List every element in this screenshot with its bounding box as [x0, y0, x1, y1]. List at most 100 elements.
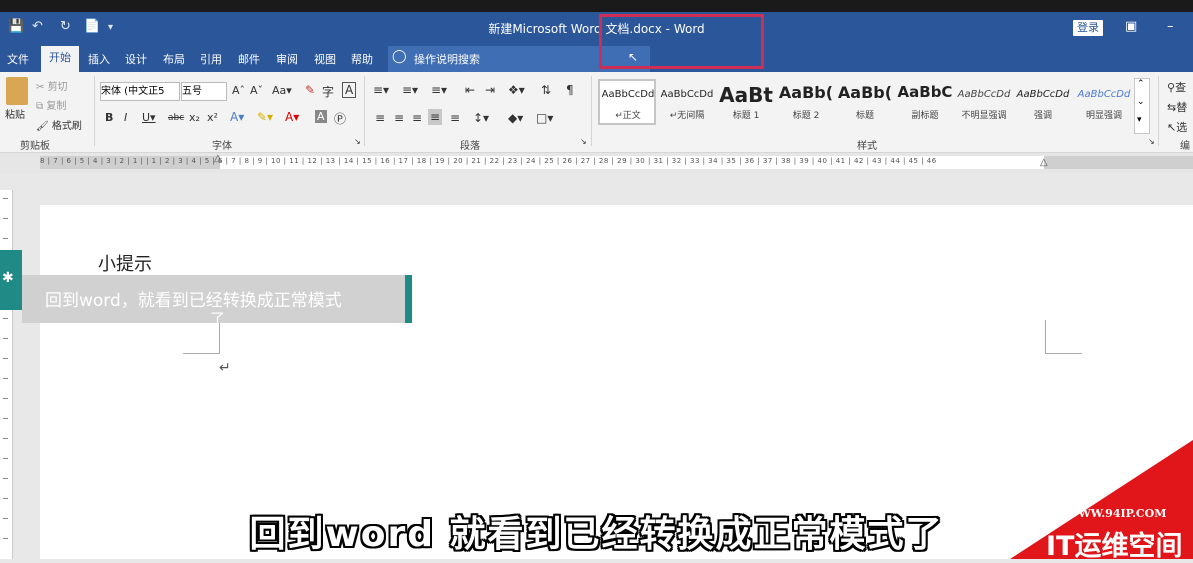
subscript-icon[interactable]: x₂	[189, 111, 200, 124]
vertical-ruler[interactable]	[0, 190, 13, 559]
format-painter-button[interactable]: 🖌 格式刷	[36, 117, 82, 132]
italic-icon[interactable]: I	[124, 111, 127, 124]
enclose-char-icon[interactable]: Ⓟ	[334, 110, 346, 127]
shading-icon[interactable]: ◆▾	[508, 111, 523, 125]
tab-insert[interactable]: 插入	[88, 51, 110, 67]
styles-scroll[interactable]: ⌃ ⌄ ▾	[1134, 78, 1150, 134]
separator	[364, 76, 365, 146]
format-painter-label: 格式刷	[51, 121, 82, 132]
line-spacing-icon[interactable]: ↕▾	[473, 111, 489, 125]
vruler-tick	[3, 478, 8, 479]
font-launcher-icon[interactable]: ↘	[354, 137, 361, 146]
style-item[interactable]: AaBb(标题	[835, 81, 895, 127]
style-sample: AaBbCcDd	[660, 89, 714, 100]
style-sample: AaBb(	[778, 83, 834, 102]
style-name: ↵无间隔	[669, 111, 705, 121]
overlay-text-line1: 回到word，就看到已经转换成正常模式	[45, 291, 342, 311]
tab-design[interactable]: 设计	[125, 51, 147, 67]
grow-font-icon[interactable]: Aˆ	[232, 84, 245, 97]
style-item[interactable]: AaBbCcDd 强调	[1013, 81, 1073, 127]
distributed-icon[interactable]: ≡	[450, 111, 460, 125]
style-name: 标题	[855, 111, 874, 121]
ruler-right-margin	[1044, 156, 1193, 169]
align-left-icon[interactable]: ≡	[375, 111, 385, 125]
tab-help[interactable]: 帮助	[351, 51, 373, 67]
borders-icon[interactable]: □▾	[536, 111, 553, 125]
editing-group-label: 编	[1180, 141, 1190, 152]
sort-icon[interactable]: ⇅	[541, 83, 551, 97]
show-marks-icon[interactable]: ¶	[566, 83, 574, 97]
replace-label: 替	[1176, 101, 1188, 114]
tab-references[interactable]: 引用	[200, 51, 222, 67]
multilevel-list-icon[interactable]: ≡▾	[431, 83, 447, 97]
highlight-icon[interactable]: ✎▾	[257, 110, 273, 124]
title-highlight-box	[599, 14, 764, 69]
justify-icon[interactable]: ≡	[428, 109, 443, 125]
tab-file[interactable]: 文件	[7, 51, 29, 67]
superscript-icon[interactable]: x²	[207, 111, 218, 124]
decrease-indent-icon[interactable]: ⇤	[465, 83, 475, 97]
minimize-icon[interactable]: –	[1167, 19, 1174, 34]
replace-button[interactable]: ⇆替	[1167, 99, 1187, 115]
char-shading-icon[interactable]: A	[315, 110, 327, 123]
vruler-tick	[3, 458, 8, 459]
vruler-tick	[3, 338, 8, 339]
tab-layout[interactable]: 布局	[163, 51, 185, 67]
bullets-icon[interactable]: ≡▾	[373, 83, 389, 97]
text-effects-icon[interactable]: A▾	[230, 110, 244, 124]
tab-review[interactable]: 审阅	[276, 51, 298, 67]
paragraph-launcher-icon[interactable]: ↘	[580, 137, 587, 146]
more-styles-icon[interactable]: ▾	[1137, 115, 1142, 125]
paste-label[interactable]: 粘贴	[5, 106, 25, 121]
horizontal-ruler[interactable]: 8 | 7 | 6 | 5 | 4 | 3 | 2 | 1 | | 1 | 2 …	[0, 153, 1193, 173]
clear-format-icon[interactable]: ✎	[305, 83, 315, 97]
select-button[interactable]: ↖选	[1167, 119, 1187, 135]
chevron-up-icon[interactable]: ⌃	[1137, 79, 1145, 89]
font-color-icon[interactable]: A▾	[285, 110, 299, 124]
style-item[interactable]: AaBt 标题 1	[716, 81, 776, 127]
ribbon-display-icon[interactable]: ▣	[1125, 19, 1137, 34]
align-right-icon[interactable]: ≡	[412, 111, 422, 125]
styles-launcher-icon[interactable]: ↘	[1148, 137, 1155, 146]
chinese-layout-icon[interactable]: ❖▾	[508, 83, 525, 97]
paste-icon[interactable]	[6, 77, 28, 105]
char-border-icon[interactable]: A	[342, 82, 357, 98]
copy-label: 复制	[46, 101, 67, 112]
chevron-down-icon[interactable]: ⌄	[1137, 97, 1145, 107]
strikethrough-icon[interactable]: abc	[168, 113, 184, 123]
style-sample: AaBbCcDd	[1016, 89, 1070, 100]
phonetic-guide-icon[interactable]: 字	[322, 83, 334, 100]
shrink-font-icon[interactable]: Aˇ	[250, 84, 263, 97]
title-bar: 💾 ↶ ↻ 📄 ▾ 新建Microsoft Word 文档.docx - Wor…	[0, 0, 1193, 46]
login-button[interactable]: 登录	[1073, 20, 1103, 36]
right-indent-marker-icon[interactable]: △	[1040, 157, 1048, 168]
indent-marker-icon[interactable]: △	[214, 153, 222, 164]
increase-indent-icon[interactable]: ⇥	[485, 83, 495, 97]
change-case-icon[interactable]: Aa▾	[272, 84, 292, 97]
tab-home[interactable]: 开始	[41, 46, 79, 72]
bold-icon[interactable]: B	[105, 111, 113, 124]
underline-icon[interactable]: U▾	[142, 111, 156, 124]
style-item[interactable]: AaBb(标题 2	[776, 81, 836, 127]
cut-button[interactable]: ✂ 剪切	[36, 78, 68, 93]
find-button[interactable]: ⚲查	[1167, 79, 1186, 95]
font-name-select[interactable]: 宋体 (中文正5	[100, 82, 180, 101]
style-item[interactable]: AaBbCcDd ↵正文	[598, 81, 658, 127]
style-item[interactable]: AaBbCcDd 不明显强调	[954, 81, 1014, 127]
overlay-tab-icon: ✱	[2, 270, 14, 286]
style-item[interactable]: AaBbCcDd ↵无间隔	[657, 81, 717, 127]
copy-button[interactable]: ⧉ 复制	[36, 97, 66, 112]
vruler-tick	[3, 418, 8, 419]
ribbon-tabs: 文件 开始 插入 设计 布局 引用 邮件 审阅 视图 帮助 ◯ 操作说明搜索 ↖	[0, 46, 1193, 72]
style-name: ↵正文	[615, 111, 641, 121]
font-size-select[interactable]: 五号	[181, 82, 227, 101]
style-item[interactable]: AaBbC 副标题	[895, 81, 955, 127]
tab-mailings[interactable]: 邮件	[238, 51, 260, 67]
style-item[interactable]: AaBbCcDd 明显强调	[1074, 81, 1134, 127]
font-name-value: 宋体 (中文正5	[101, 86, 165, 97]
paragraph-group-label: 段落	[460, 141, 480, 152]
overlay-accent-bar	[405, 275, 412, 323]
align-center-icon[interactable]: ≡	[394, 111, 404, 125]
tab-view[interactable]: 视图	[314, 51, 336, 67]
numbering-icon[interactable]: ≡▾	[402, 83, 418, 97]
